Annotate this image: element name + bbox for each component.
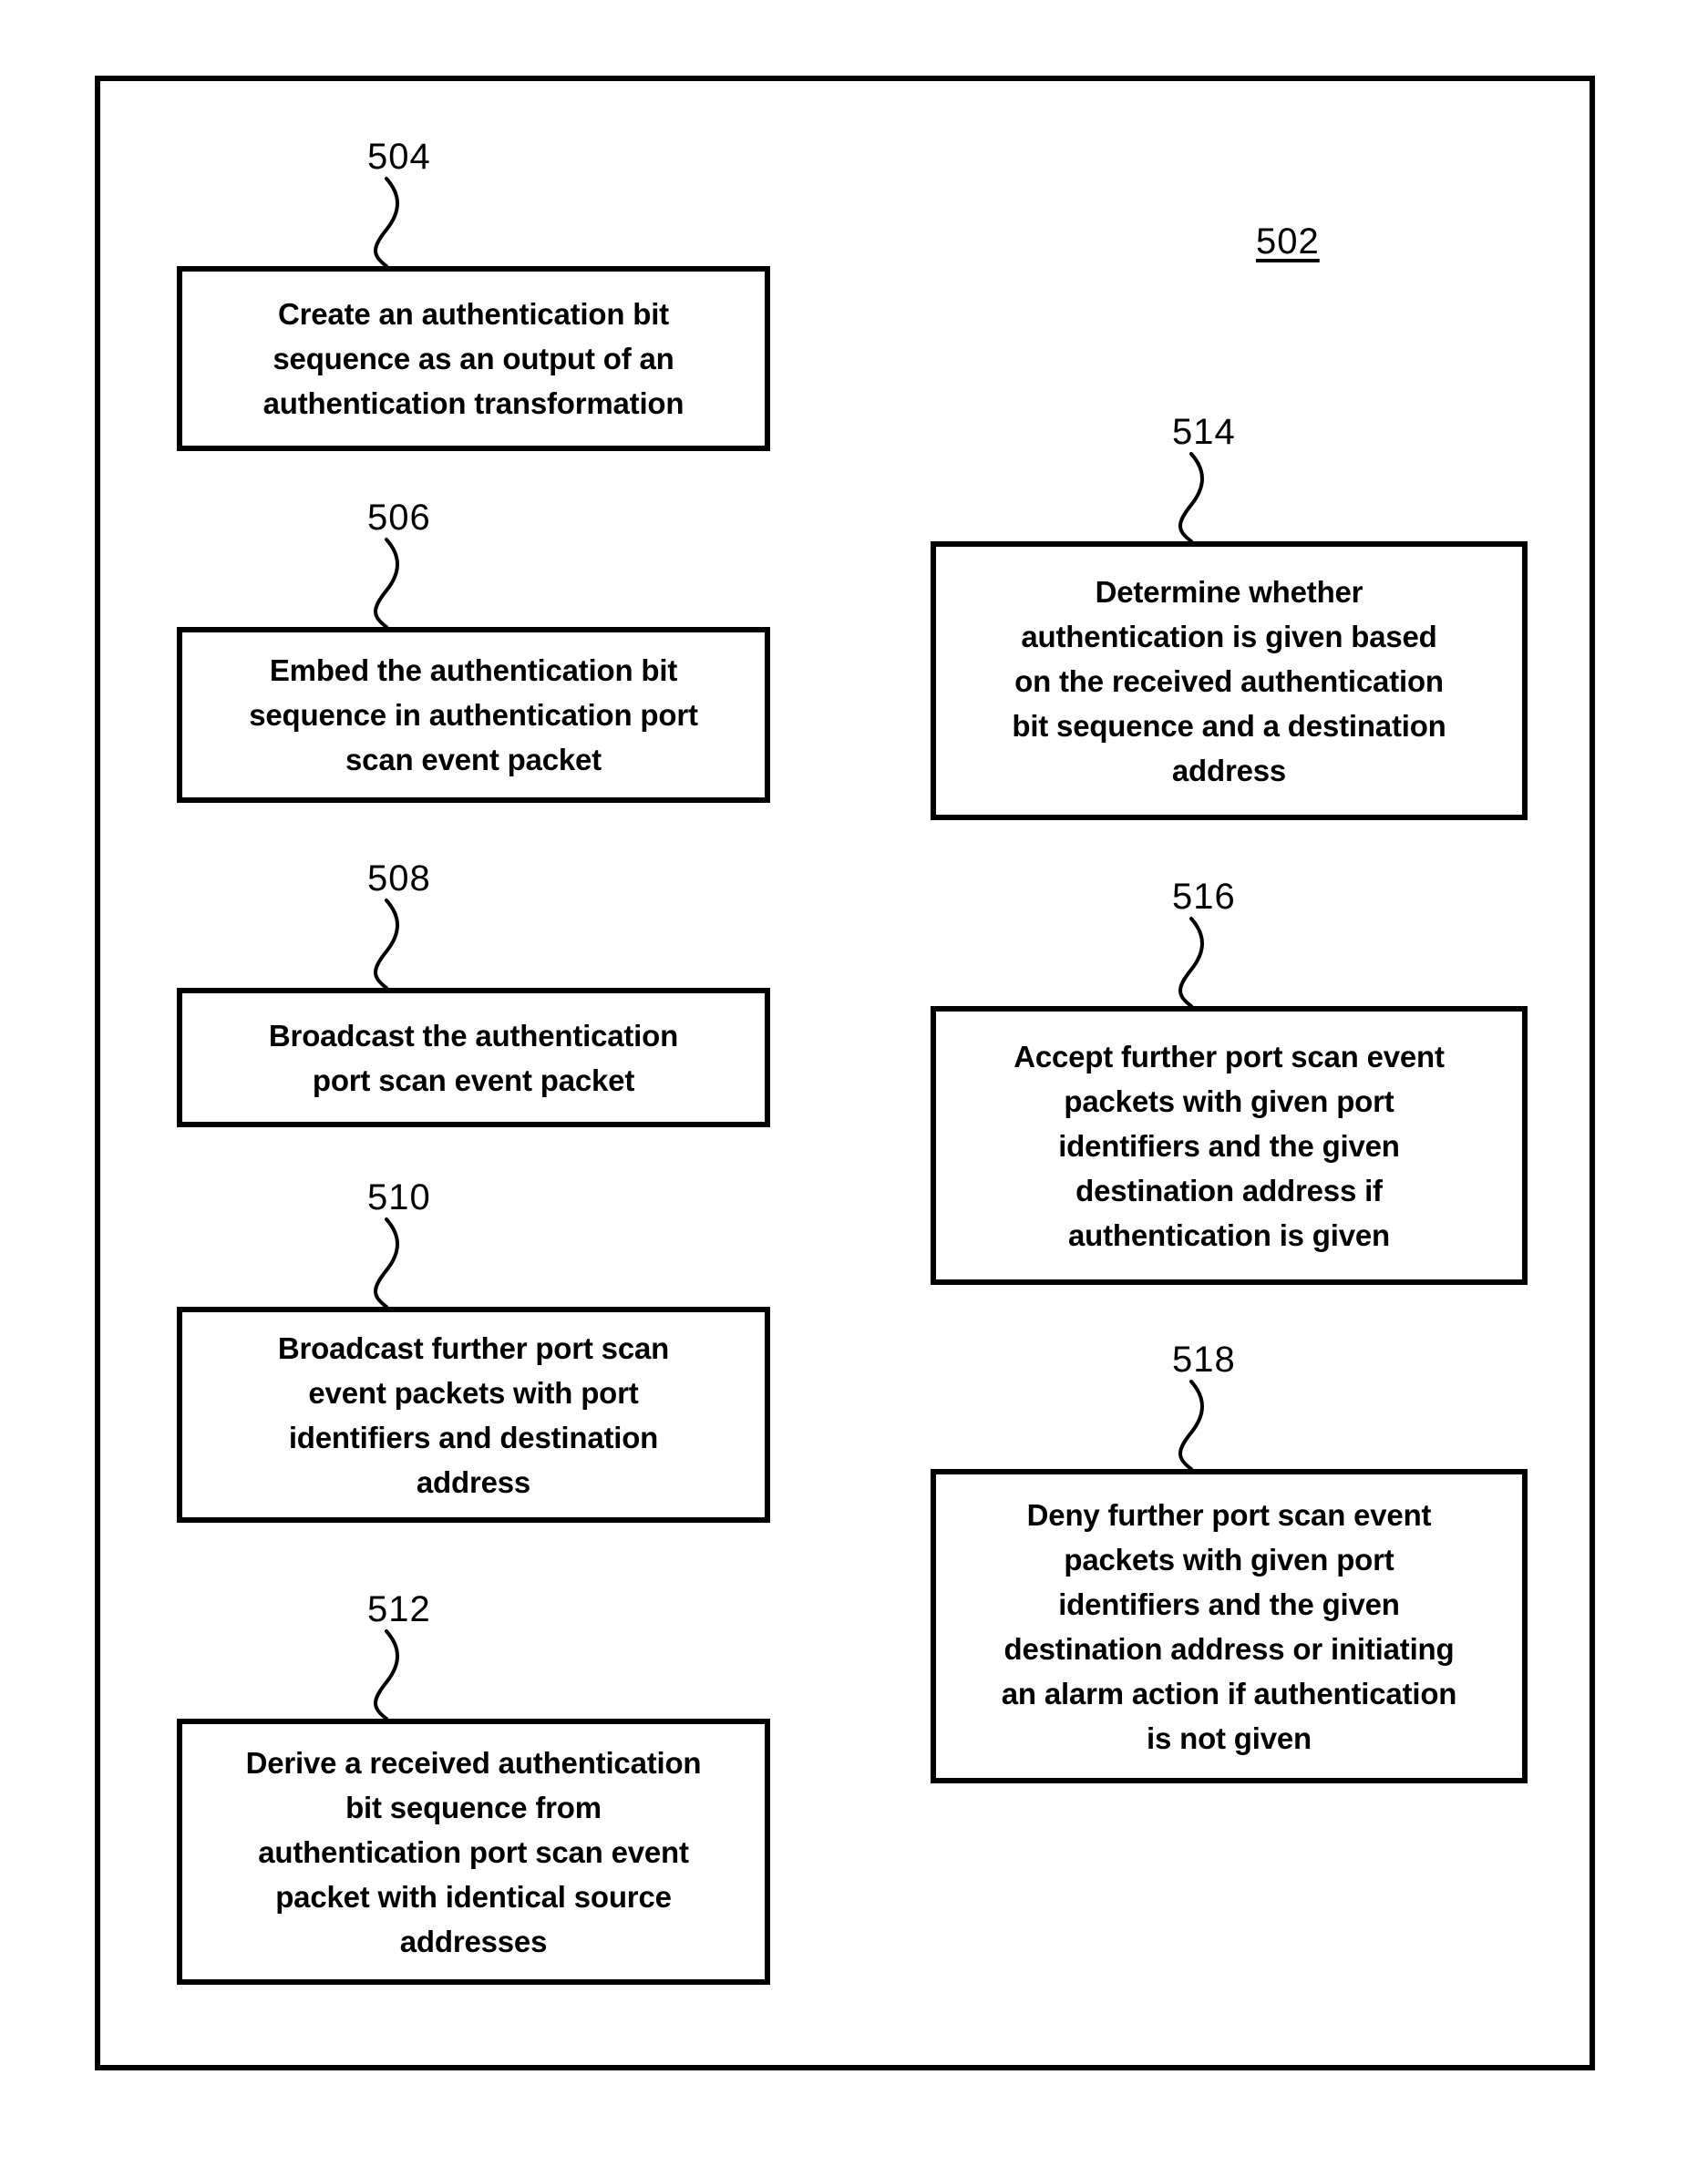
process-box-518-text: Deny further port scan event packets wit… bbox=[1001, 1497, 1457, 1755]
process-box-516-text: Accept further port scan event packets w… bbox=[1013, 1039, 1445, 1252]
reference-numeral-514: 514 bbox=[1172, 412, 1236, 452]
process-box-508-text: Broadcast the authentication port scan e… bbox=[268, 1018, 679, 1097]
process-box-510-text: Broadcast further port scan event packet… bbox=[277, 1330, 670, 1499]
reference-numeral-516: 516 bbox=[1172, 877, 1236, 917]
process-box-506[interactable]: Embed the authentication bit sequence in… bbox=[177, 627, 770, 803]
process-box-512-text: Derive a received authentication bit seq… bbox=[245, 1745, 702, 1958]
patent-figure-page: 502 504 Create an authentication bit seq… bbox=[0, 0, 1708, 2157]
reference-numeral-508: 508 bbox=[367, 858, 431, 899]
process-box-504[interactable]: Create an authentication bit sequence as… bbox=[177, 266, 770, 451]
reference-numeral-510: 510 bbox=[367, 1177, 431, 1217]
process-box-504-text: Create an authentication bit sequence as… bbox=[262, 297, 684, 420]
reference-numeral-504: 504 bbox=[367, 137, 431, 177]
process-box-510[interactable]: Broadcast further port scan event packet… bbox=[177, 1307, 770, 1523]
reference-numeral-512: 512 bbox=[367, 1589, 431, 1629]
reference-numeral-506: 506 bbox=[367, 498, 431, 538]
process-box-514[interactable]: Determine whether authentication is give… bbox=[931, 541, 1528, 820]
process-box-514-text: Determine whether authentication is give… bbox=[1012, 574, 1446, 787]
process-box-508[interactable]: Broadcast the authentication port scan e… bbox=[177, 988, 770, 1127]
process-box-512[interactable]: Derive a received authentication bit seq… bbox=[177, 1719, 770, 1985]
process-box-506-text: Embed the authentication bit sequence in… bbox=[249, 653, 698, 776]
reference-numeral-518: 518 bbox=[1172, 1340, 1236, 1380]
figure-reference-502: 502 bbox=[1256, 221, 1320, 262]
process-box-518[interactable]: Deny further port scan event packets wit… bbox=[931, 1469, 1528, 1783]
process-box-516[interactable]: Accept further port scan event packets w… bbox=[931, 1006, 1528, 1285]
